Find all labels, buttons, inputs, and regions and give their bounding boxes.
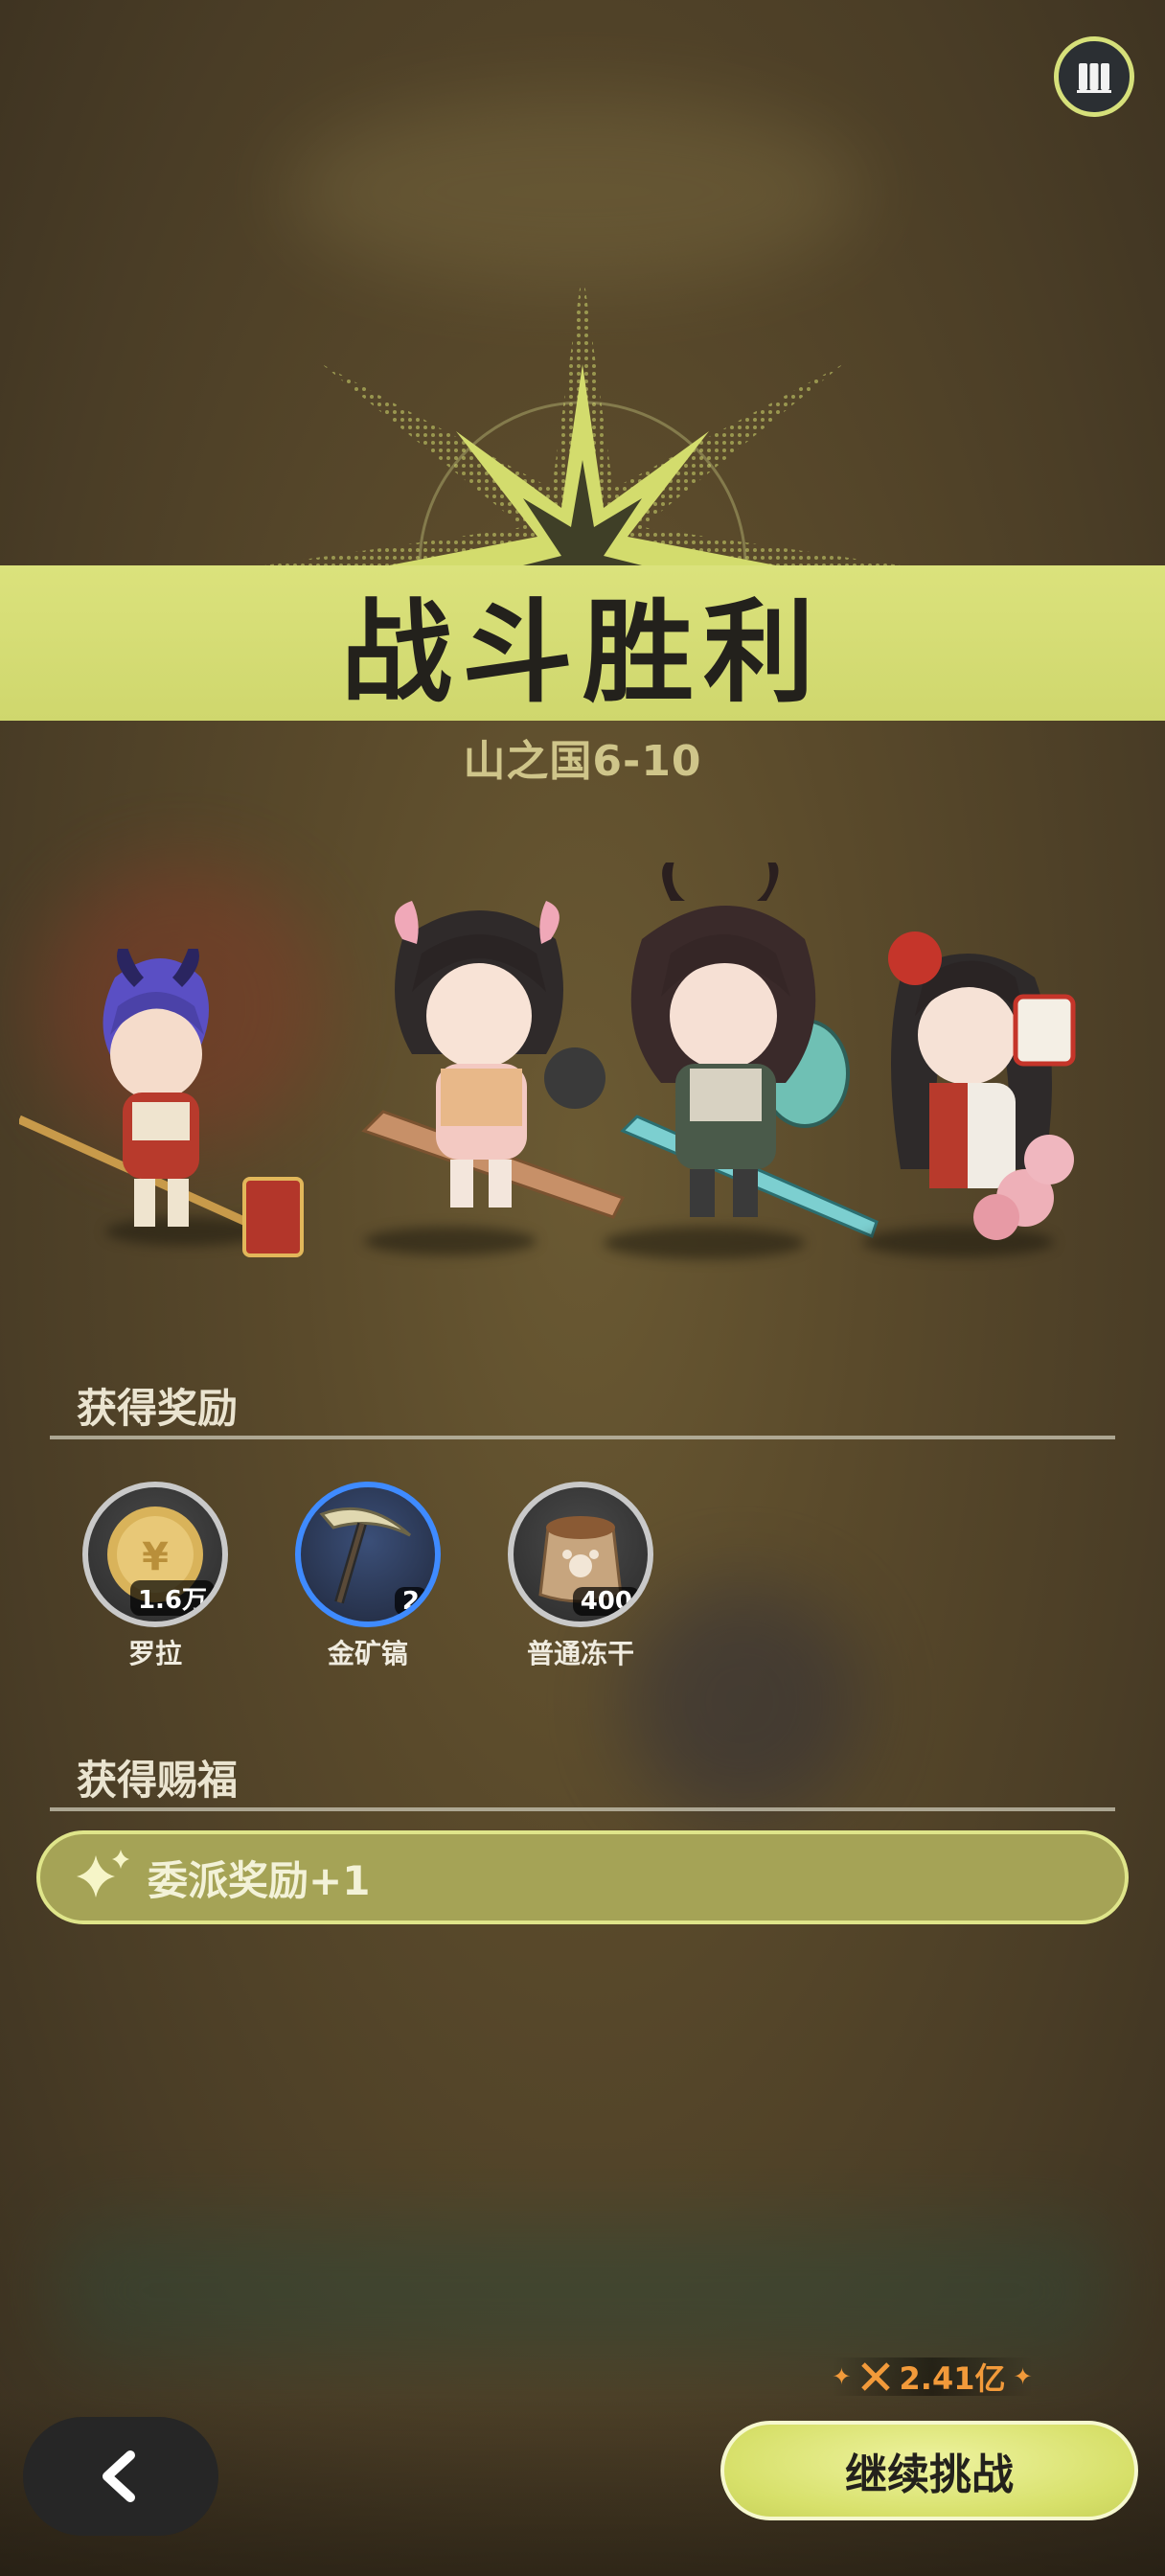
reward-name: 罗拉 xyxy=(127,1638,182,1669)
victory-title: 战斗胜利 xyxy=(341,588,824,718)
back-button[interactable] xyxy=(23,2417,218,2536)
character-4 xyxy=(888,932,1076,1240)
book-button[interactable] xyxy=(1054,36,1134,117)
divider xyxy=(50,1436,1115,1439)
reward-count: 2 xyxy=(394,1587,427,1616)
reward-name: 金矿镐 xyxy=(327,1638,408,1669)
continue-challenge-button[interactable]: 继续挑战 xyxy=(720,2421,1138,2520)
character-1 xyxy=(19,949,304,1257)
blessing-label: 委派奖励+1 xyxy=(148,1856,371,1904)
reward-icon-frame: ¥ 1.6万 xyxy=(82,1482,228,1627)
reward-name: 普通冻干 xyxy=(526,1638,634,1669)
stage-label: 山之国6-10 xyxy=(463,737,702,786)
background-blur xyxy=(57,2223,1111,2358)
book-icon xyxy=(1077,63,1111,93)
svg-text:¥: ¥ xyxy=(142,1535,169,1579)
crossed-swords-icon xyxy=(860,2362,890,2391)
reward-count: 1.6万 xyxy=(129,1580,215,1616)
reward-item[interactable]: ¥ 1.6万 罗拉 xyxy=(79,1482,232,1671)
power-value: 2.41亿 xyxy=(899,2360,1006,2397)
reward-icon-frame: 400 xyxy=(508,1482,653,1627)
star-icon: ✦ xyxy=(1013,2363,1033,2390)
reward-item[interactable]: 2 金矿镐 xyxy=(291,1482,445,1671)
sparkle-icon xyxy=(77,1850,129,1898)
star-icon: ✦ xyxy=(832,2363,852,2390)
reward-item[interactable]: 400 普通冻干 xyxy=(504,1482,657,1671)
power-indicator: ✦ 2.41亿 ✦ xyxy=(832,2358,1033,2397)
rewards-section-title: 获得奖励 xyxy=(77,1385,239,1432)
reward-count: 400 xyxy=(572,1587,640,1616)
background-blur xyxy=(623,1581,862,1821)
divider xyxy=(50,1807,1115,1811)
victory-banner: 战斗胜利 xyxy=(0,565,1165,721)
back-arrow-icon xyxy=(103,2450,135,2502)
reward-icon-frame: 2 xyxy=(295,1482,441,1627)
blessing-item: 委派奖励+1 xyxy=(36,1830,1129,1924)
blessings-section-title: 获得赐福 xyxy=(77,1757,239,1804)
